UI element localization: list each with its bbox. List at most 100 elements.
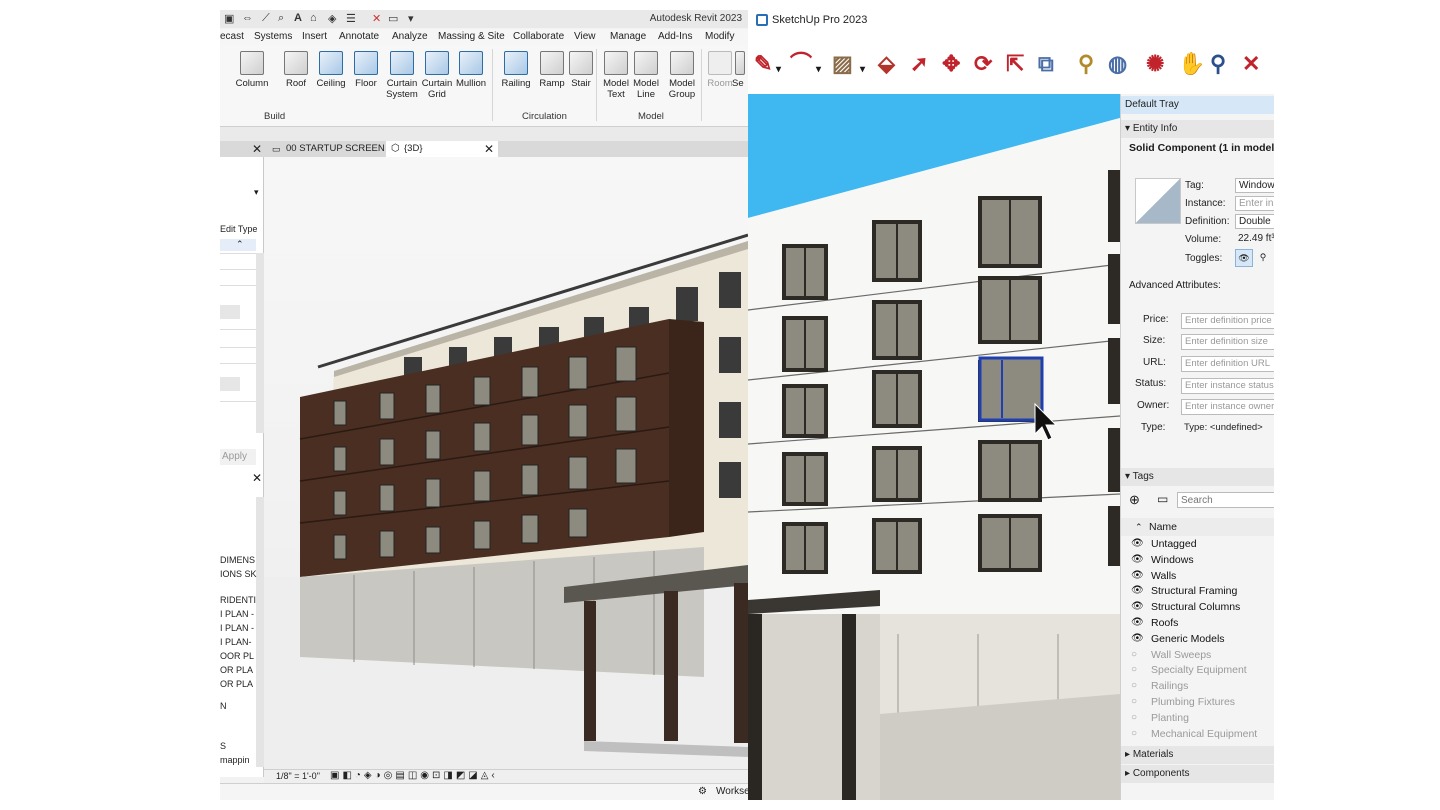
eye-hidden-icon[interactable]: ○ [1131, 694, 1137, 710]
eye-hidden-icon[interactable]: ○ [1131, 710, 1137, 726]
visibility-toggle-icon[interactable]: 👁 [1235, 249, 1253, 267]
size-input[interactable]: Enter definition size [1181, 334, 1274, 350]
shape-tool-icon[interactable]: ▨ [832, 52, 853, 76]
browser-item[interactable]: DIMENS [220, 555, 255, 565]
curtain-system-button[interactable]: Curtain System [384, 51, 420, 100]
close-hidden-icon[interactable]: ✕ [372, 12, 381, 25]
ribbon-tab-collaborate[interactable]: Collaborate [513, 31, 564, 42]
tag-row[interactable]: ○ Specialty Equipment [1121, 662, 1274, 678]
tag-row[interactable]: 👁 Roofs [1121, 615, 1274, 631]
status-input[interactable]: Enter instance status [1181, 378, 1274, 394]
ribbon-tab-manage[interactable]: Manage [610, 31, 646, 42]
type-selector-dropdown-icon[interactable]: ▾ [254, 187, 259, 198]
arc-dropdown-icon[interactable]: ▾ [816, 58, 821, 82]
tag-row[interactable]: 👁 Windows [1121, 552, 1274, 568]
browser-scrollbar[interactable] [256, 497, 264, 767]
tag-row[interactable]: 👁 Untagged [1121, 536, 1274, 552]
mullion-button[interactable]: Mullion [453, 51, 489, 89]
tag-row[interactable]: 👁 Structural Columns [1121, 599, 1274, 615]
eye-visible-icon[interactable]: 👁 [1131, 599, 1144, 615]
browser-item[interactable]: RIDENTI [220, 595, 256, 605]
property-row[interactable] [220, 285, 256, 286]
view-scale[interactable]: 1/8" = 1'-0" [276, 771, 320, 781]
browser-item[interactable]: mappin [220, 755, 250, 765]
follow-me-icon[interactable]: ➚ [910, 52, 928, 76]
revit-3d-viewport[interactable] [264, 157, 748, 769]
add-tag-icon[interactable]: ⊕ [1129, 492, 1140, 508]
property-cell[interactable] [220, 305, 240, 319]
zoom-icon[interactable]: ⚲ [1210, 52, 1226, 76]
ribbon-tab-view[interactable]: View [574, 31, 596, 42]
browser-item[interactable]: I PLAN- [220, 637, 252, 647]
roof-button[interactable]: Roof [278, 51, 314, 89]
browser-item[interactable]: N [220, 701, 227, 711]
property-row[interactable] [220, 329, 256, 330]
sketch-icon[interactable]: ⟋ [262, 12, 270, 25]
owner-input[interactable]: Enter instance owner [1181, 399, 1274, 415]
shape-dropdown-icon[interactable]: ▾ [860, 58, 865, 82]
close-panel-icon[interactable]: ✕ [252, 141, 262, 157]
partial-ribbon-button[interactable]: Se [732, 51, 748, 89]
add-tag-folder-icon[interactable]: ▭ [1157, 492, 1168, 506]
view-3d-quick-icon[interactable]: ⌂ [310, 12, 317, 24]
tags-name-column-header[interactable]: ⌃ Name [1121, 518, 1274, 536]
tag-row[interactable]: ○ Mechanical Equipment [1121, 726, 1274, 742]
workset-icon[interactable]: ⚙ [698, 786, 707, 797]
text-quick-icon[interactable]: A [294, 12, 302, 24]
column-button[interactable]: Column [234, 51, 270, 89]
pan-icon[interactable]: ✋ [1178, 52, 1205, 76]
ribbon-tab-systems[interactable]: Systems [254, 31, 292, 42]
push-pull-icon[interactable]: ⬙ [878, 52, 895, 76]
scale-icon[interactable]: ⇱ [1006, 52, 1024, 76]
components-header[interactable]: ▸ Components [1121, 765, 1274, 783]
instance-input[interactable]: Enter instance name [1235, 196, 1274, 211]
browser-item[interactable]: I PLAN - [220, 623, 254, 633]
ribbon-tab-precast[interactable]: ecast [220, 31, 244, 42]
customize-qat-icon[interactable]: ▾ [408, 12, 414, 25]
tape-measure-icon[interactable]: ⚲ [1078, 52, 1094, 76]
model-group-button[interactable]: Model Group [664, 51, 700, 100]
section-icon[interactable]: ◈ [328, 12, 336, 25]
ceiling-button[interactable]: Ceiling [313, 51, 349, 89]
property-row[interactable] [220, 401, 256, 402]
stair-button[interactable]: Stair [563, 51, 599, 89]
eye-visible-icon[interactable]: 👁 [1131, 568, 1144, 584]
ribbon-tab-modify[interactable]: Modify [705, 31, 734, 42]
eye-visible-icon[interactable]: 👁 [1131, 583, 1144, 599]
zoom-extents-icon[interactable]: ✕ [1242, 52, 1260, 76]
eye-hidden-icon[interactable]: ○ [1131, 647, 1137, 663]
eye-hidden-icon[interactable]: ○ [1131, 726, 1137, 742]
tag-row[interactable]: ○ Plumbing Fixtures [1121, 694, 1274, 710]
rotate-icon[interactable]: ⟳ [974, 52, 992, 76]
tag-row[interactable]: ○ Planting [1121, 710, 1274, 726]
paint-bucket-icon[interactable]: ◍ [1108, 52, 1127, 76]
browser-item[interactable]: IONS SK [220, 569, 257, 579]
tag-row[interactable]: ○ Wall Sweeps [1121, 647, 1274, 663]
tag-row[interactable]: ○ Railings [1121, 678, 1274, 694]
tag-row[interactable]: 👁 Structural Framing [1121, 583, 1274, 599]
ribbon-tab-insert[interactable]: Insert [302, 31, 327, 42]
property-row[interactable] [220, 347, 256, 348]
materials-header[interactable]: ▸ Materials [1121, 746, 1274, 764]
close-tab-icon[interactable]: ✕ [484, 141, 494, 157]
ribbon-tab-addins[interactable]: Add-Ins [658, 31, 692, 42]
ribbon-tab-massing-site[interactable]: Massing & Site [438, 31, 505, 42]
orbit-icon[interactable]: ✺ [1146, 52, 1164, 76]
property-row[interactable] [220, 363, 256, 364]
floor-button[interactable]: Floor [348, 51, 384, 89]
collapse-icon[interactable]: ⌃ [236, 239, 244, 250]
apply-button[interactable]: Apply [220, 449, 256, 465]
price-input[interactable]: Enter definition price [1181, 313, 1274, 329]
eye-hidden-icon[interactable]: ○ [1131, 678, 1137, 694]
sketchup-3d-viewport[interactable] [748, 94, 1120, 800]
tags-header[interactable]: ▾ Tags [1121, 468, 1274, 486]
url-input[interactable]: Enter definition URL [1181, 356, 1274, 372]
tag-search-input[interactable] [1177, 492, 1274, 508]
property-row[interactable] [220, 253, 256, 254]
ribbon-tab-annotate[interactable]: Annotate [339, 31, 379, 42]
ribbon-tab-analyze[interactable]: Analyze [392, 31, 428, 42]
definition-input[interactable]: Double Sash [1235, 214, 1274, 229]
measure-icon[interactable]: ⇔ [242, 12, 253, 24]
shadow-toggle-icon[interactable]: ⚲ [1255, 249, 1271, 267]
tag-row[interactable]: 👁 Generic Models [1121, 631, 1274, 647]
